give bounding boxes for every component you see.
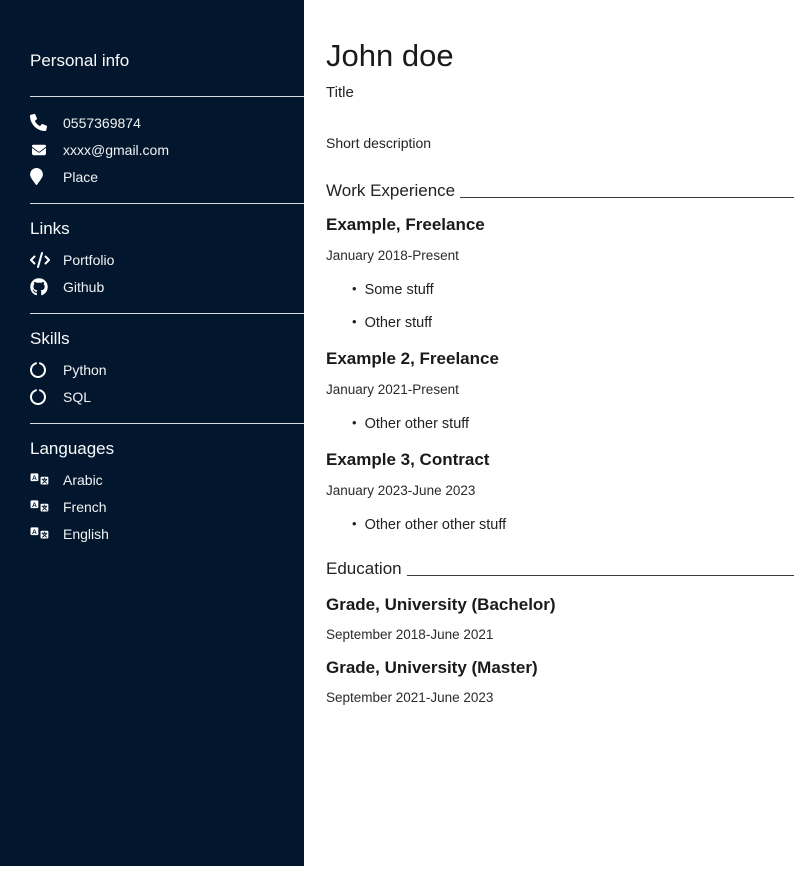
job-dates: January 2021-Present — [326, 382, 794, 398]
job-bullet: Other stuff — [352, 314, 794, 332]
sidebar-divider — [30, 423, 304, 424]
circle-notch-icon — [30, 362, 50, 378]
job-bullets: Other other stuff — [326, 415, 794, 433]
link-item[interactable]: Portfolio — [30, 246, 304, 273]
job-bullet: Other other other stuff — [352, 516, 794, 534]
main-content: John doe Title Short description Work Ex… — [304, 0, 794, 869]
job-dates: January 2018-Present — [326, 248, 794, 264]
sidebar-divider — [30, 96, 304, 97]
languages-list: A Arabic A French A English — [30, 466, 304, 547]
job-title: Example 3, Contract — [326, 449, 794, 470]
personal-info-heading: Personal info — [30, 50, 304, 72]
contact-item: 0557369874 — [30, 109, 304, 136]
short-description: Short description — [326, 135, 794, 152]
link-item-label[interactable]: Portfolio — [63, 252, 114, 268]
education-title: Grade, University (Bachelor) — [326, 594, 794, 615]
language-icon: A — [30, 498, 50, 515]
language-item-label: French — [63, 499, 107, 515]
sidebar-divider — [30, 203, 304, 204]
education-list: Grade, University (Bachelor) September 2… — [326, 594, 794, 706]
job-dates: January 2023-June 2023 — [326, 483, 794, 499]
job-bullet: Other other stuff — [352, 415, 794, 433]
education-dates: September 2018-June 2021 — [326, 627, 794, 643]
links-heading: Links — [30, 218, 304, 240]
contact-item: Place — [30, 163, 304, 190]
education-entry: Grade, University (Bachelor) September 2… — [326, 594, 794, 643]
language-item: A Arabic — [30, 466, 304, 493]
work-experience-heading: Work Experience — [326, 180, 455, 202]
language-icon: A — [30, 471, 50, 488]
language-item: A French — [30, 493, 304, 520]
education-section-header: Education — [326, 558, 794, 580]
education-title: Grade, University (Master) — [326, 657, 794, 678]
education-entry: Grade, University (Master) September 202… — [326, 657, 794, 706]
svg-text:A: A — [32, 475, 37, 482]
phone-icon — [30, 114, 50, 131]
envelope-icon — [30, 143, 50, 157]
job-bullets: Other other other stuff — [326, 516, 794, 534]
contact-item: xxxx@gmail.com — [30, 136, 304, 163]
job-entry: Example 2, Freelance January 2021-Presen… — [326, 348, 794, 433]
contact-item-label: Place — [63, 169, 98, 185]
skill-item-label: SQL — [63, 389, 91, 405]
job-entry: Example 3, Contract January 2023-June 20… — [326, 449, 794, 534]
circle-notch-icon — [30, 389, 50, 405]
work-experience-list: Example, Freelance January 2018-Present … — [326, 214, 794, 534]
resume-page: Personal info 0557369874 xxxx@gmail.com … — [0, 0, 794, 869]
contact-item-label: 0557369874 — [63, 115, 141, 131]
sidebar-divider — [30, 313, 304, 314]
sidebar: Personal info 0557369874 xxxx@gmail.com … — [0, 0, 304, 866]
job-bullet: Some stuff — [352, 281, 794, 299]
language-item: A English — [30, 520, 304, 547]
map-marker-icon — [30, 168, 50, 185]
job-title: Example 2, Freelance — [326, 348, 794, 369]
code-icon — [30, 252, 50, 268]
link-item[interactable]: Github — [30, 273, 304, 300]
language-icon: A — [30, 525, 50, 542]
work-experience-section-header: Work Experience — [326, 180, 794, 202]
candidate-name: John doe — [326, 36, 794, 76]
job-title: Example, Freelance — [326, 214, 794, 235]
job-entry: Example, Freelance January 2018-Present … — [326, 214, 794, 332]
skill-item: Python — [30, 356, 304, 383]
language-item-label: English — [63, 526, 109, 542]
section-rule — [460, 197, 794, 198]
skill-item-label: Python — [63, 362, 107, 378]
language-item-label: Arabic — [63, 472, 103, 488]
contact-list: 0557369874 xxxx@gmail.com Place — [30, 109, 304, 190]
education-heading: Education — [326, 558, 402, 580]
skill-item: SQL — [30, 383, 304, 410]
svg-text:A: A — [32, 502, 37, 509]
skills-list: Python SQL — [30, 356, 304, 410]
languages-heading: Languages — [30, 438, 304, 460]
svg-text:A: A — [32, 529, 37, 536]
contact-item-label: xxxx@gmail.com — [63, 142, 169, 158]
candidate-title: Title — [326, 83, 794, 102]
section-rule — [407, 575, 794, 576]
job-bullets: Some stuff Other stuff — [326, 281, 794, 332]
skills-heading: Skills — [30, 328, 304, 350]
education-dates: September 2021-June 2023 — [326, 690, 794, 706]
links-list: Portfolio Github — [30, 246, 304, 300]
github-icon — [30, 278, 50, 296]
link-item-label[interactable]: Github — [63, 279, 104, 295]
